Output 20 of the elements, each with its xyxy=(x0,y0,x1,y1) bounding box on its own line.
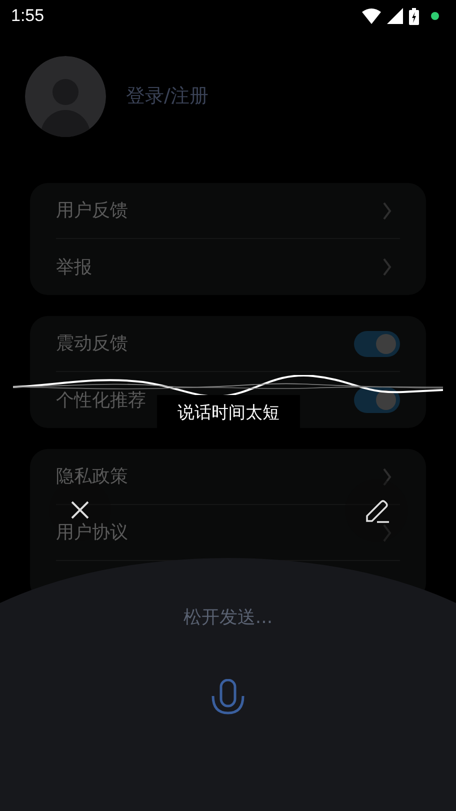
release-hint: 松开发送... xyxy=(183,606,273,630)
chevron-icon xyxy=(382,522,392,542)
setting-label: 用户协议 xyxy=(56,521,128,545)
signal-icon xyxy=(387,8,403,24)
close-icon xyxy=(70,500,90,520)
chevron-icon xyxy=(382,257,392,277)
setting-label: 举报 xyxy=(56,256,92,280)
battery-icon xyxy=(409,8,419,24)
toggle-switch[interactable] xyxy=(354,330,400,356)
microphone-icon[interactable] xyxy=(211,679,245,715)
status-time: 1:55 xyxy=(11,5,44,28)
setting-label: 用户反馈 xyxy=(56,199,128,223)
setting-label: 个性化推荐 xyxy=(56,388,146,412)
chevron-icon xyxy=(382,466,392,486)
chevron-icon xyxy=(382,200,392,220)
login-link[interactable]: 登录/注册 xyxy=(126,82,208,111)
toggle-switch[interactable] xyxy=(354,387,400,413)
setting-label: 震动反馈 xyxy=(56,332,128,356)
wifi-icon xyxy=(362,8,381,24)
setting-label: 隐私政策 xyxy=(56,465,128,489)
